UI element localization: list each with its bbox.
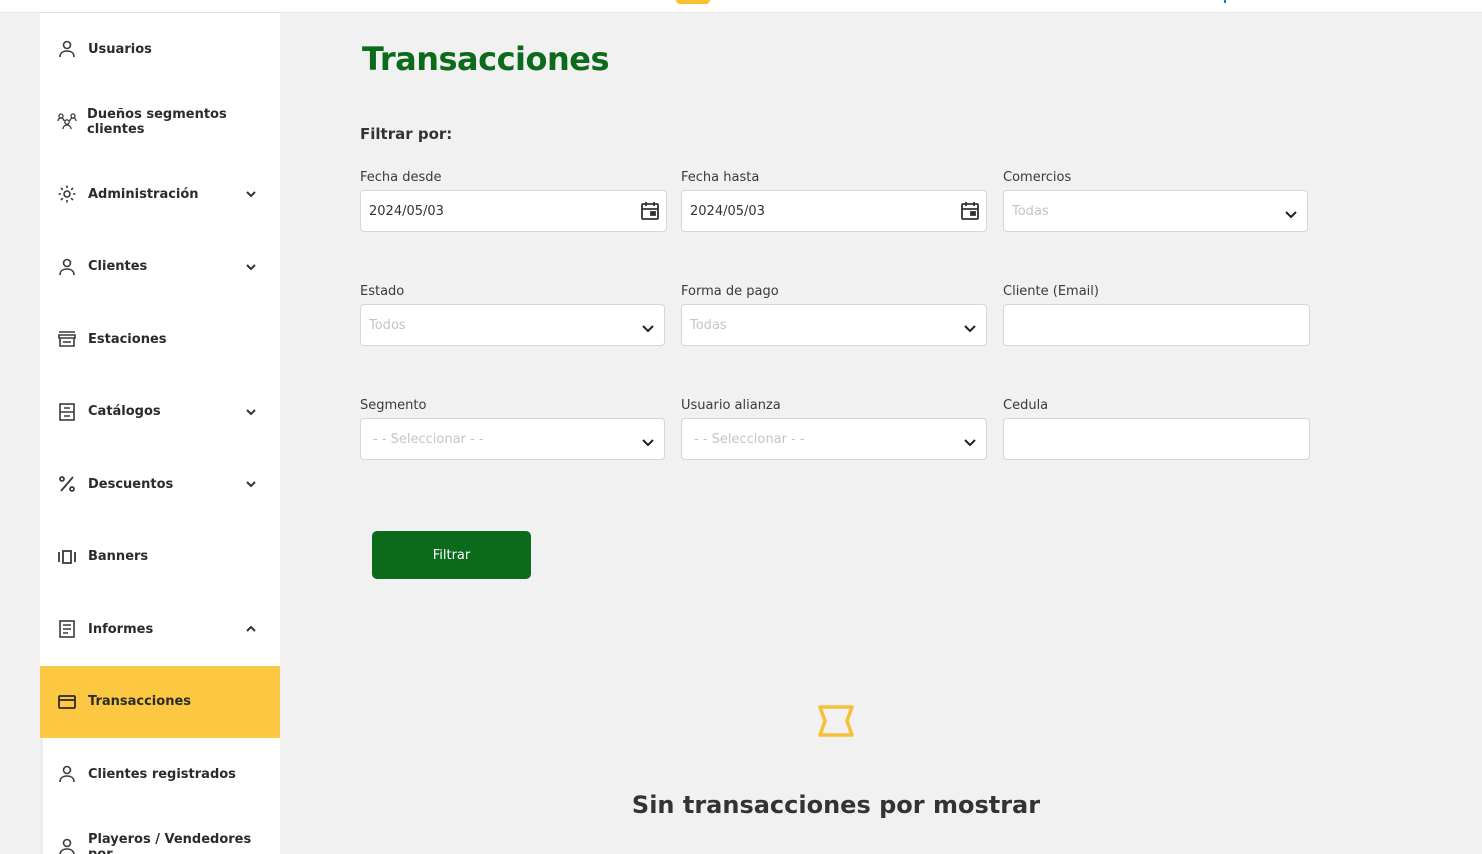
filter-heading: Filtrar por: [360,125,453,143]
estado-select[interactable]: Todos [360,304,665,346]
segmento-select[interactable]: - - Seleccionar - - [360,418,665,460]
sidebar-item-label: Usuarios [88,41,152,57]
sidebar-item-label: Banners [88,549,149,565]
top-bar [0,0,1482,13]
segmento-field: Segmento - - Seleccionar - - [360,398,665,460]
fecha-desde-value: 2024/05/03 [369,203,444,219]
sidebar-item-label: Transacciones [88,694,191,710]
sidebar: Usuarios Dueños segmentos clientes Admin… [40,13,280,854]
sidebar-item-label: Playeros / Vendedores por [87,831,252,854]
comercios-select[interactable]: Todas [1003,190,1308,232]
ticket-icon [818,705,854,737]
user-icon [56,256,78,278]
comercios-field: Comercios Todas [1003,170,1308,232]
cedula-input[interactable] [1003,418,1310,460]
sidebar-item-playeros-vendedores[interactable]: Playeros / Vendedores por [40,810,280,854]
fecha-desde-field: Fecha desde 2024/05/03 [360,170,667,232]
sidebar-item-catalogos[interactable]: Catálogos [40,376,280,449]
store-icon [56,328,78,350]
sidebar-item-administracion[interactable]: Administración [40,158,280,231]
group-icon [56,111,77,133]
chevron-down-icon[interactable] [244,405,258,419]
cliente-email-label: Cliente (Email) [1003,284,1099,299]
page-title: Transacciones [362,40,610,78]
main-content: Transacciones Filtrar por: Fecha desde 2… [280,13,1482,854]
chevron-down-icon[interactable] [640,434,656,450]
chevron-down-icon[interactable] [244,477,258,491]
comercios-label: Comercios [1003,170,1072,185]
user-icon [56,763,78,785]
top-bar-link-edge [1224,0,1226,3]
chevron-down-icon[interactable] [244,187,258,201]
usuario-alianza-field: Usuario alianza - - Seleccionar - - [681,398,987,460]
estado-placeholder: Todos [369,317,406,333]
fecha-hasta-input[interactable]: 2024/05/03 [681,190,987,232]
forma-pago-label: Forma de pago [681,284,779,299]
estado-field: Estado Todos [360,284,665,346]
filter-button[interactable]: Filtrar [372,531,531,579]
sidebar-item-clientes[interactable]: Clientes [40,231,280,304]
sidebar-item-informes[interactable]: Informes [40,593,280,666]
chevron-down-icon[interactable] [962,320,978,336]
fecha-desde-label: Fecha desde [360,170,442,185]
chevron-down-icon[interactable] [640,320,656,336]
percent-icon [56,473,78,495]
usuario-alianza-placeholder: - - Seleccionar - - [694,431,805,447]
fecha-desde-input[interactable]: 2024/05/03 [360,190,667,232]
user-icon [56,38,78,60]
forma-pago-placeholder: Todas [690,317,727,333]
sidebar-item-label: Catálogos [88,404,161,420]
sidebar-item-clientes-registrados[interactable]: Clientes registrados [40,738,280,811]
chevron-down-icon[interactable] [962,434,978,450]
sidebar-item-label: Dueños segmentos clientes [87,106,227,137]
estado-label: Estado [360,284,405,299]
empty-state-message: Sin transacciones por mostrar [631,791,1041,819]
sidebar-item-label: Clientes registrados [88,766,236,782]
sidebar-item-transacciones[interactable]: Transacciones [40,665,280,738]
sidebar-item-estaciones[interactable]: Estaciones [40,303,280,376]
fecha-hasta-value: 2024/05/03 [690,203,765,219]
sidebar-item-banners[interactable]: Banners [40,521,280,594]
calendar-icon[interactable] [640,201,660,221]
credit-card-icon [56,691,78,713]
usuario-alianza-label: Usuario alianza [681,398,781,413]
segmento-placeholder: - - Seleccionar - - [373,431,484,447]
carousel-icon [56,546,78,568]
chevron-down-icon[interactable] [1283,206,1299,222]
forma-pago-select[interactable]: Todas [681,304,987,346]
catalog-icon [56,401,78,423]
logo[interactable] [676,0,710,4]
sidebar-item-duenos-segmentos[interactable]: Dueños segmentos clientes [40,86,280,159]
comercios-placeholder: Todas [1012,203,1049,219]
cedula-label: Cedula [1003,398,1049,413]
cliente-email-input[interactable] [1003,304,1310,346]
chevron-down-icon[interactable] [244,260,258,274]
fecha-hasta-label: Fecha hasta [681,170,760,185]
sidebar-item-descuentos[interactable]: Descuentos [40,448,280,521]
report-icon [56,618,78,640]
user-icon [56,836,78,854]
sidebar-item-label: Informes [88,621,154,637]
forma-pago-field: Forma de pago Todas [681,284,987,346]
gear-icon [56,183,78,205]
calendar-icon[interactable] [960,201,980,221]
cedula-field: Cedula [1003,398,1310,460]
segmento-label: Segmento [360,398,427,413]
chevron-up-icon[interactable] [244,622,258,636]
usuario-alianza-select[interactable]: - - Seleccionar - - [681,418,987,460]
sidebar-item-label: Administración [88,186,199,202]
sidebar-item-label: Clientes [88,259,148,275]
sidebar-item-label: Descuentos [88,476,174,492]
sidebar-item-label: Estaciones [88,331,167,347]
fecha-hasta-field: Fecha hasta 2024/05/03 [681,170,987,232]
cliente-email-field: Cliente (Email) [1003,284,1310,346]
sidebar-item-usuarios[interactable]: Usuarios [40,13,280,86]
